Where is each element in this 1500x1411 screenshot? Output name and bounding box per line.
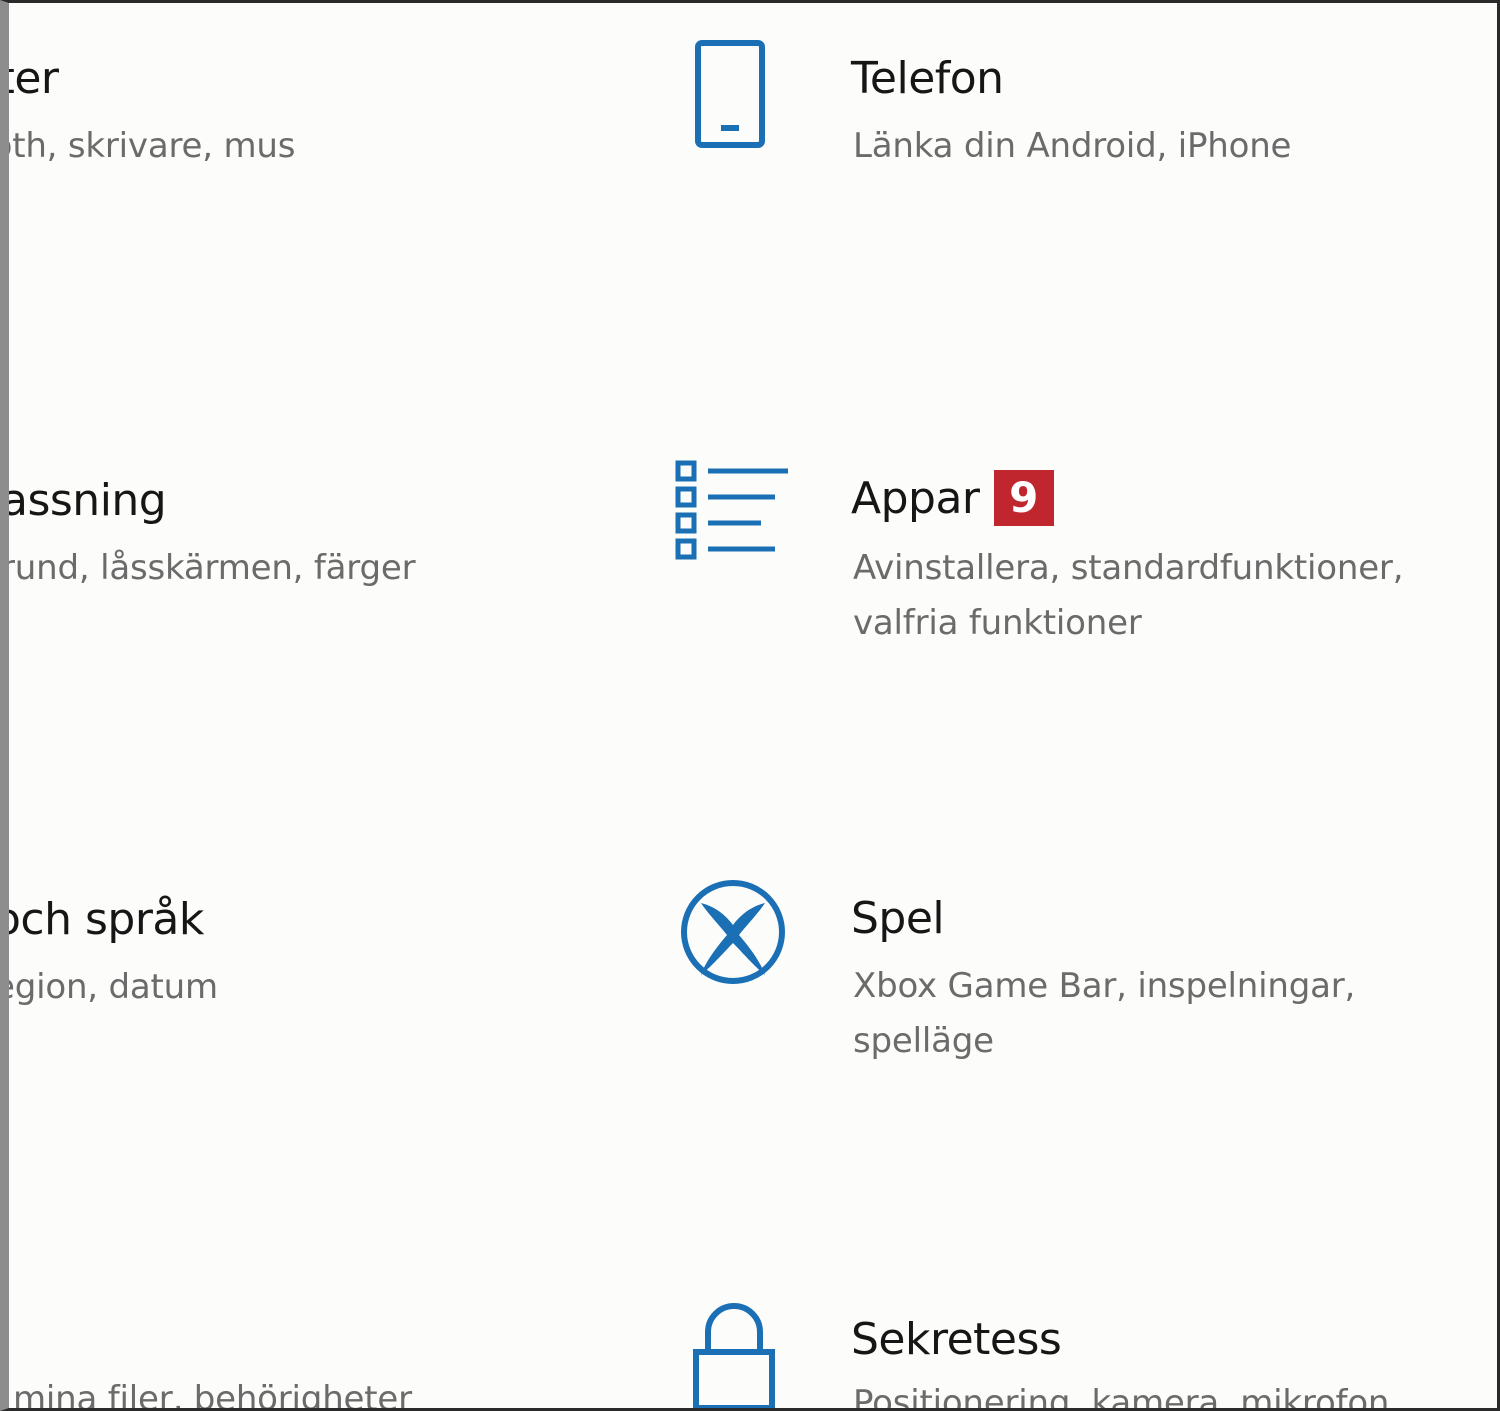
xbox-icon — [677, 877, 789, 987]
tile-description: egion, datum — [0, 967, 218, 1007]
phone-icon — [694, 39, 766, 149]
tile-title: eter — [9, 53, 59, 104]
tile-description: rund, låsskärmen, färger — [1, 548, 416, 588]
tile-title: Spel — [851, 893, 945, 944]
tile-description: Positionering, kamera, mikrofon — [853, 1383, 1390, 1411]
tile-title: assning — [1, 475, 167, 526]
tile-title: Appar 9 — [851, 470, 1054, 526]
tile-description: mina filer, behörigheter — [13, 1379, 412, 1411]
lock-icon — [691, 1300, 777, 1408]
tile-title-text: Appar — [851, 473, 980, 524]
settings-window: eter ooth, skrivare, mus assning rund, l… — [0, 0, 1500, 1411]
tile-title: och språk — [0, 894, 204, 945]
tile-title: Sekretess — [851, 1314, 1062, 1365]
step-number-badge: 9 — [993, 470, 1054, 526]
tile-description: ooth, skrivare, mus — [0, 126, 296, 166]
apps-list-icon — [675, 460, 791, 562]
tile-description: Xbox Game Bar, inspelningar, spelläge — [853, 966, 1356, 1061]
tile-title: Telefon — [851, 53, 1004, 104]
tile-description: Avinstallera, standardfunktioner, valfri… — [853, 548, 1404, 643]
tile-description: Länka din Android, iPhone — [853, 126, 1292, 166]
